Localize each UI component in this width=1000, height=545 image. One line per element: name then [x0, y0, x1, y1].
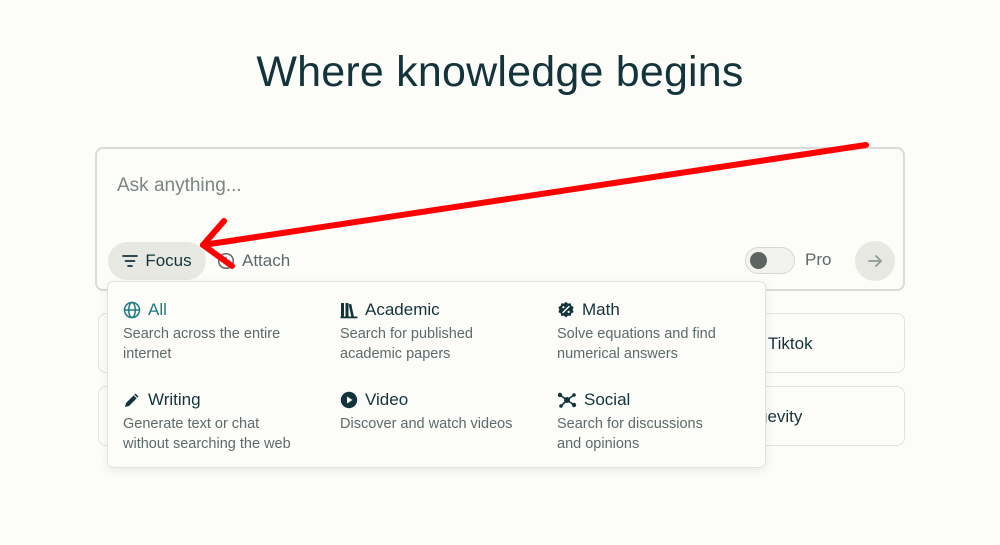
focus-button-label: Focus: [145, 251, 192, 270]
focus-option-social[interactable]: Social Search for discussions and opinio…: [557, 389, 767, 454]
focus-option-academic[interactable]: Academic Search for published academic p…: [340, 299, 550, 364]
globe-icon: [123, 301, 141, 319]
focus-option-math[interactable]: Math Solve equations and find numerical …: [557, 299, 767, 364]
search-input[interactable]: [117, 173, 717, 199]
focus-option-title: All: [148, 300, 167, 319]
focus-option-title: Academic: [365, 300, 440, 319]
focus-option-desc: Search for published: [340, 326, 473, 342]
focus-option-desc: internet: [123, 346, 172, 362]
focus-option-title: Math: [582, 300, 620, 319]
page-title: Where knowledge begins: [256, 48, 744, 96]
focus-option-desc: Generate text or chat: [123, 416, 260, 432]
toggle-knob: [750, 252, 767, 269]
focus-option-all[interactable]: All Search across the entire internet: [123, 299, 333, 364]
pro-toggle[interactable]: [745, 247, 795, 274]
pencil-icon: [123, 391, 141, 409]
play-circle-icon: [340, 391, 358, 409]
focus-option-desc: Discover and watch videos: [340, 416, 513, 432]
focus-option-title: Writing: [148, 390, 201, 409]
search-box: Focus Attach Pro: [95, 147, 905, 291]
submit-button[interactable]: [855, 241, 895, 281]
focus-option-desc: Search across the entire: [123, 326, 281, 342]
focus-option-desc: and opinions: [557, 436, 640, 452]
pro-label: Pro: [805, 250, 832, 269]
filter-icon: [122, 254, 139, 268]
focus-option-desc: academic papers: [340, 346, 451, 362]
focus-dropdown: All Search across the entire internet Ac…: [107, 281, 766, 468]
focus-option-title: Video: [365, 390, 409, 409]
focus-option-video[interactable]: Video Discover and watch videos: [340, 389, 550, 434]
focus-option-desc: without searching the web: [123, 436, 291, 452]
focus-option-desc: Solve equations and find: [557, 326, 716, 342]
arrow-right-icon: [867, 253, 883, 269]
attach-button[interactable]: Attach: [217, 242, 290, 280]
network-icon: [557, 391, 577, 409]
focus-button[interactable]: Focus: [108, 242, 206, 280]
percent-badge-icon: [557, 301, 575, 319]
focus-option-desc: Search for discussions: [557, 416, 703, 432]
focus-option-writing[interactable]: Writing Generate text or chat without se…: [123, 389, 333, 454]
focus-option-desc: numerical answers: [557, 346, 678, 362]
attach-button-label: Attach: [242, 251, 291, 270]
books-icon: [340, 301, 358, 319]
paperclip-icon: [217, 252, 235, 270]
focus-option-title: Social: [584, 390, 631, 409]
